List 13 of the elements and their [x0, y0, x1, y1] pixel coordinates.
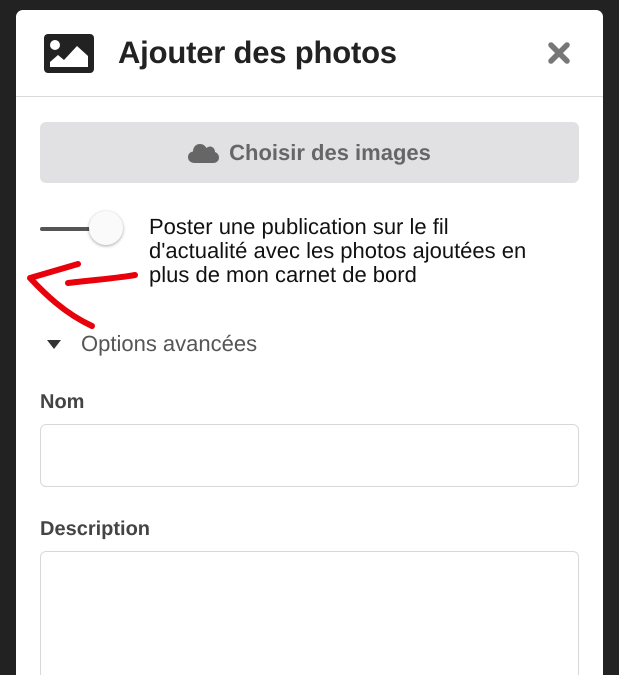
text-field[interactable]: [40, 424, 579, 487]
toggle-label: Poster une publication sur le fil d'actualité avec les photos ajoutées en plus de mon carnet de bord: [149, 215, 528, 287]
close-button[interactable]: [547, 41, 571, 65]
choose-images-button[interactable]: Choisir des images: [40, 122, 579, 183]
cloud-icon: [188, 142, 220, 163]
field-label: Description: [40, 518, 152, 541]
caret-icon: [47, 340, 61, 348]
field-label: Nom: [40, 391, 86, 414]
close-icon: [547, 41, 571, 65]
image-icon: [44, 34, 94, 72]
dialog-title: Ajouter des photos: [118, 35, 398, 71]
toggle-switch[interactable]: [40, 211, 124, 247]
advanced-options-toggle[interactable]: Options avancées: [40, 331, 258, 357]
